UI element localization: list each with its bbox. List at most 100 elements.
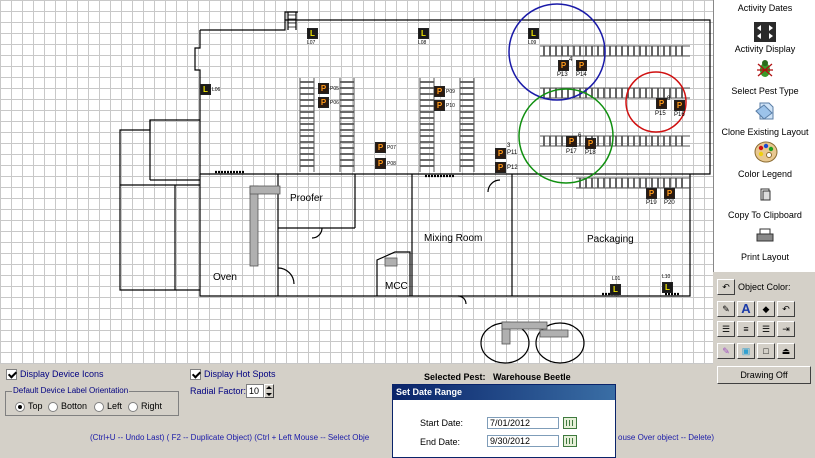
- printer-icon[interactable]: [754, 228, 776, 248]
- indent-icon[interactable]: ⇥: [777, 321, 795, 337]
- device-label: L07: [307, 40, 316, 46]
- device-label: P20: [664, 200, 675, 206]
- radial-factor-input[interactable]: 10: [246, 384, 264, 398]
- shortcut-hints: (Ctrl+U -- Undo Last) ( F2 -- Duplicate …: [90, 433, 370, 442]
- device-p12-icon[interactable]: P: [495, 162, 506, 173]
- device-label: P13: [557, 72, 568, 78]
- start-date-input[interactable]: 7/01/2012: [487, 417, 559, 429]
- device-p18-icon[interactable]: P: [585, 138, 596, 149]
- device-label: P08: [387, 161, 396, 167]
- device-p10-icon[interactable]: P: [434, 100, 445, 111]
- floorplan-canvas[interactable]: Proofer Oven Mixing Room Packaging MCC L…: [0, 0, 713, 364]
- right-toolbar: Activity Dates Activity Display Select P…: [713, 0, 815, 272]
- orientation-left-label: Left: [107, 401, 123, 411]
- palette-icon[interactable]: [754, 140, 778, 163]
- fill-tool-icon[interactable]: ◆: [757, 301, 775, 317]
- eject-icon[interactable]: ⏏: [777, 343, 795, 359]
- object-color-label: Object Color:: [738, 282, 791, 292]
- text-tool-icon[interactable]: A: [737, 301, 755, 317]
- device-p11-icon[interactable]: P: [495, 148, 506, 159]
- end-date-input[interactable]: 9/30/2012: [487, 435, 559, 447]
- device-label: L09: [528, 40, 537, 46]
- orientation-top-radio[interactable]: [15, 402, 25, 412]
- room-label-mixing-room: Mixing Room: [424, 233, 483, 244]
- device-p13-icon[interactable]: P: [558, 60, 569, 71]
- rectangle-icon[interactable]: ▣: [737, 343, 755, 359]
- device-label: L01: [612, 276, 621, 282]
- orientation-right-radio[interactable]: [128, 402, 138, 412]
- display-hot-spots-checkbox[interactable]: [190, 369, 201, 380]
- align-center-icon[interactable]: ≡: [737, 321, 755, 337]
- device-l06-icon[interactable]: L: [200, 84, 211, 95]
- orientation-right-label: Right: [141, 401, 163, 411]
- note-icon[interactable]: □: [757, 343, 775, 359]
- device-count: 3: [507, 143, 511, 149]
- device-label: P14: [576, 72, 587, 78]
- clone-layout-button[interactable]: Clone Existing Layout: [714, 127, 815, 137]
- undo-icon[interactable]: ↶: [777, 301, 795, 317]
- activity-dates-button[interactable]: Activity Dates: [714, 3, 815, 13]
- device-label: P18: [585, 150, 596, 156]
- clipboard-icon[interactable]: [754, 188, 776, 208]
- device-label: P15: [655, 111, 666, 117]
- device-p09-icon[interactable]: P: [434, 86, 445, 97]
- date-range-dialog: Set Date Range Start Date: 7/01/2012 End…: [392, 384, 616, 458]
- clone-icon[interactable]: [754, 100, 776, 120]
- device-l10-icon[interactable]: L: [662, 282, 673, 293]
- device-p20-icon[interactable]: P: [664, 188, 675, 199]
- object-color-panel: ↶ Object Color: ✎ A ◆ ↶ ☰ ≡ ☰ ⇥ ✎ ▣ □ ⏏: [713, 276, 815, 366]
- display-device-icons-label: Display Device Icons: [20, 369, 104, 379]
- device-p17-icon[interactable]: P: [566, 136, 577, 147]
- orientation-bottom-radio[interactable]: [48, 402, 58, 412]
- curve-tool-icon[interactable]: ↶: [717, 279, 735, 295]
- device-p14-icon[interactable]: P: [576, 60, 587, 71]
- select-pest-type-button[interactable]: Select Pest Type: [714, 86, 815, 96]
- pencil-icon[interactable]: ✎: [717, 343, 735, 359]
- start-calendar-icon[interactable]: [563, 417, 577, 429]
- align-left-icon[interactable]: ☰: [717, 321, 735, 337]
- device-label: P17: [566, 149, 577, 155]
- device-p16-icon[interactable]: P: [674, 100, 685, 111]
- orientation-bottom-label: Botton: [61, 401, 88, 411]
- device-l09-icon[interactable]: L: [528, 28, 539, 39]
- device-p07-icon[interactable]: P: [375, 142, 386, 153]
- shortcut-hints-cont: ouse Over object -- Delete): [618, 433, 715, 442]
- line-tool-icon[interactable]: ✎: [717, 301, 735, 317]
- device-p19-icon[interactable]: P: [646, 188, 657, 199]
- device-label: P05: [330, 86, 339, 92]
- bug-icon[interactable]: [754, 58, 776, 78]
- device-p15-icon[interactable]: P: [656, 98, 667, 109]
- activity-display-button[interactable]: Activity Display: [714, 44, 815, 54]
- device-label: P07: [387, 145, 396, 151]
- selected-pest-label: Selected Pest:: [424, 372, 486, 382]
- radial-factor-spinner[interactable]: [264, 384, 274, 398]
- copy-clipboard-button[interactable]: Copy To Clipboard: [714, 210, 815, 220]
- device-p05-icon[interactable]: P: [318, 83, 329, 94]
- display-hot-spots-label: Display Hot Spots: [204, 369, 276, 379]
- device-label: P19: [646, 200, 657, 206]
- device-label: L10: [662, 274, 671, 280]
- device-l08-icon[interactable]: L: [418, 28, 429, 39]
- device-l01-icon[interactable]: L: [610, 284, 621, 295]
- device-label: P11: [507, 150, 518, 156]
- print-layout-button[interactable]: Print Layout: [714, 252, 815, 262]
- display-device-icons-checkbox[interactable]: [6, 369, 17, 380]
- device-label: P16: [674, 112, 685, 118]
- align-right-icon[interactable]: ☰: [757, 321, 775, 337]
- room-label-proofer: Proofer: [290, 193, 323, 204]
- room-label-mcc: MCC: [385, 281, 408, 292]
- drawing-off-button[interactable]: Drawing Off: [717, 366, 811, 384]
- color-legend-button[interactable]: Color Legend: [714, 169, 815, 179]
- device-label: P12: [507, 165, 518, 171]
- device-label: L06: [212, 87, 221, 93]
- device-p06-icon[interactable]: P: [318, 97, 329, 108]
- device-count: 8: [667, 96, 671, 102]
- activity-display-icon[interactable]: [754, 22, 776, 42]
- device-label: P06: [330, 100, 339, 106]
- orientation-left-radio[interactable]: [94, 402, 104, 412]
- end-calendar-icon[interactable]: [563, 435, 577, 447]
- device-l07-icon[interactable]: L: [307, 28, 318, 39]
- hotspot-blue: [508, 3, 606, 101]
- device-p08-icon[interactable]: P: [375, 158, 386, 169]
- floorplan-walls: [119, 3, 711, 364]
